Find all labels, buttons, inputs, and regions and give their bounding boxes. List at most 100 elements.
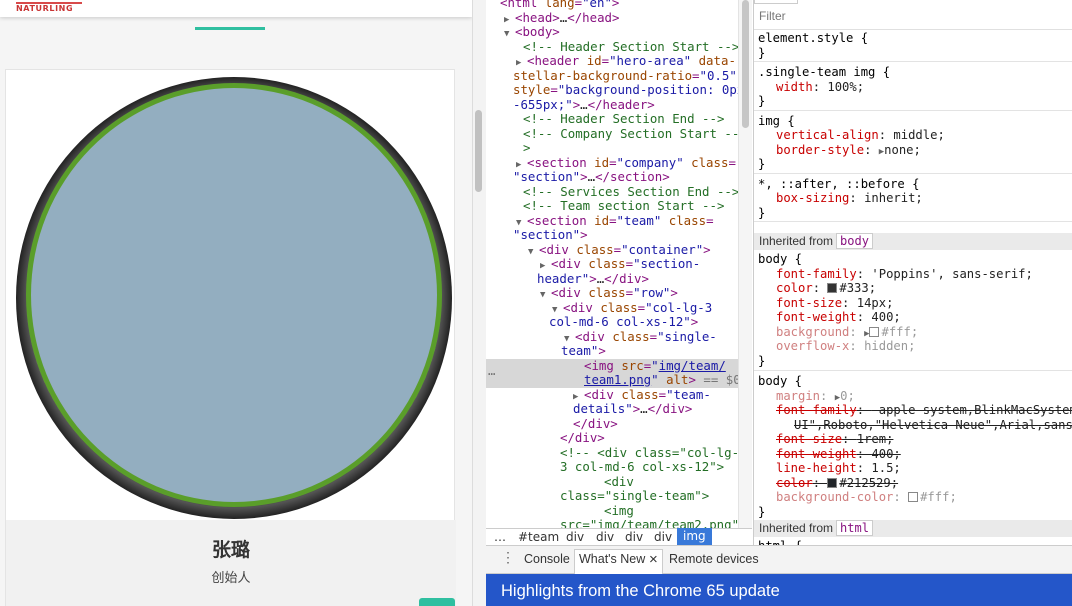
inherited-tag-link[interactable]: body	[836, 233, 873, 249]
property-value[interactable]: middle;	[893, 128, 944, 142]
floating-action-button[interactable]	[419, 598, 455, 606]
property-value[interactable]: 400;	[871, 310, 900, 324]
tab-whats-new[interactable]: What's New	[579, 552, 645, 566]
style-property[interactable]: width: 100%;	[776, 80, 864, 95]
rule-selector[interactable]: img {	[758, 114, 795, 129]
property-name[interactable]: box-sizing	[776, 191, 849, 205]
color-swatch-icon[interactable]	[869, 326, 880, 337]
rule-selector[interactable]: .single-team img {	[758, 65, 890, 80]
color-swatch-icon[interactable]	[827, 477, 838, 488]
node-ellipsis[interactable]: …	[488, 363, 495, 379]
style-property[interactable]: color: #212529;	[776, 476, 898, 491]
property-value[interactable]: 14px;	[857, 296, 894, 310]
dom-node-line[interactable]: >	[523, 140, 530, 156]
property-value[interactable]: 'Poppins', sans-serif;	[871, 267, 1032, 281]
property-name[interactable]: font-weight	[776, 447, 857, 461]
dom-node-line[interactable]: </div>	[573, 416, 618, 432]
style-property[interactable]: border-style: ▶none;	[776, 143, 921, 160]
property-name[interactable]: vertical-align	[776, 128, 879, 142]
expand-triangle-icon[interactable]: ▼	[504, 27, 515, 42]
dom-node-line[interactable]: details">…</div>	[573, 401, 692, 417]
dom-node-line[interactable]: <!-- Company Section Start --	[523, 126, 738, 142]
dom-node-line[interactable]: "section">	[513, 227, 588, 243]
style-property[interactable]: font-weight: 400;	[776, 447, 901, 462]
property-value[interactable]: none;	[884, 143, 921, 157]
rule-selector[interactable]: element.style {	[758, 31, 868, 46]
dom-node-line[interactable]: <!-- <div class="col-lg-	[560, 445, 738, 461]
breadcrumb-item[interactable]: div	[654, 529, 672, 545]
property-name[interactable]: font-family	[776, 267, 857, 281]
drawer-menu-icon[interactable]: ⋮	[501, 549, 515, 566]
logo-text[interactable]: NATURLING	[16, 4, 73, 14]
rule-close[interactable]: }	[758, 354, 765, 369]
style-property[interactable]: font-size: 1rem;	[776, 432, 893, 447]
rule-selector[interactable]: body {	[758, 374, 802, 389]
dom-node-line[interactable]: </div>	[560, 430, 605, 446]
rule-close[interactable]: }	[758, 206, 765, 221]
property-value[interactable]: 1rem;	[857, 432, 894, 446]
rule-close[interactable]: }	[758, 94, 765, 109]
dom-node-line[interactable]: "section">…</section>	[513, 169, 670, 185]
style-property[interactable]: color: #333;	[776, 281, 876, 296]
expand-triangle-icon[interactable]: ▼	[528, 245, 539, 260]
style-property[interactable]: vertical-align: middle;	[776, 128, 945, 143]
style-property[interactable]: font-family: 'Poppins', sans-serif;	[776, 267, 1033, 282]
property-name[interactable]: line-height	[776, 461, 857, 475]
property-value[interactable]: 100%;	[827, 80, 864, 94]
style-property[interactable]: overflow-x: hidden;	[776, 339, 915, 354]
dom-node-line[interactable]: stellar-background-ratio="0.5"	[513, 68, 737, 84]
property-value[interactable]: #fff;	[881, 325, 918, 339]
style-property[interactable]: background-color: #fff;	[776, 490, 957, 505]
property-name[interactable]: margin	[776, 389, 820, 403]
property-name[interactable]: font-family	[776, 403, 857, 417]
dom-node-line[interactable]: <!-- Header Section End -->	[523, 111, 724, 127]
style-property[interactable]: UI",Roboto,"Helvetica Neue",Arial,sans	[794, 418, 1072, 433]
property-value[interactable]: 0;	[840, 389, 855, 403]
breadcrumb-item[interactable]: div	[596, 529, 614, 545]
dom-node-line[interactable]: <img	[604, 503, 634, 519]
property-name[interactable]: font-size	[776, 432, 842, 446]
dom-node-line[interactable]: <!-- Services Section End -->	[523, 184, 738, 200]
filter-input[interactable]: Filter	[759, 9, 786, 24]
style-property[interactable]: font-size: 14px;	[776, 296, 893, 311]
dom-node-line[interactable]: style="background-position: 0px	[513, 82, 738, 98]
property-value[interactable]: inherit;	[864, 191, 923, 205]
rule-close[interactable]: }	[758, 46, 765, 61]
property-value[interactable]: #333;	[839, 281, 876, 295]
elements-scrollbar-thumb[interactable]	[742, 0, 749, 128]
property-value[interactable]: 1.5;	[871, 461, 900, 475]
dom-node-line[interactable]: <!-- Team section Start -->	[523, 198, 724, 214]
style-property[interactable]: font-family: -apple-system,BlinkMacSyste…	[776, 403, 1072, 418]
dom-node-line[interactable]: header">…</div>	[537, 271, 649, 287]
property-name[interactable]: color	[776, 281, 813, 295]
style-property[interactable]: font-weight: 400;	[776, 310, 901, 325]
expand-triangle-icon[interactable]: ▼	[540, 288, 551, 303]
breadcrumb-item[interactable]: div	[625, 529, 643, 545]
color-swatch-icon[interactable]	[908, 492, 919, 502]
breadcrumb-item[interactable]: #team	[518, 529, 559, 545]
dom-node-line[interactable]: class="single-team">	[560, 488, 709, 504]
close-tab-icon[interactable]: ×	[649, 551, 658, 568]
property-name[interactable]: width	[776, 80, 813, 94]
rule-selector[interactable]: *, ::after, ::before {	[758, 177, 919, 192]
rule-close[interactable]: }	[758, 157, 765, 172]
property-value[interactable]: UI",Roboto,"Helvetica Neue",Arial,sans	[794, 418, 1072, 432]
property-name[interactable]: background-color	[776, 490, 893, 504]
property-value[interactable]: hidden;	[864, 339, 915, 353]
dom-node-line[interactable]: team">	[561, 343, 606, 359]
tab-remote-devices[interactable]: Remote devices	[669, 552, 759, 566]
color-swatch-icon[interactable]	[827, 283, 838, 293]
elements-tree[interactable]: … <html lang="en"> ▶ <head>…</head> ▼ <body>…	[486, 0, 738, 528]
property-name[interactable]: color	[776, 476, 813, 490]
breadcrumb-item[interactable]: div	[566, 529, 584, 545]
property-name[interactable]: overflow-x	[776, 339, 849, 353]
dom-node-line[interactable]: col-md-6 col-xs-12">	[549, 314, 698, 330]
dom-node-line[interactable]: -655px;">…</header>	[513, 97, 655, 113]
dom-node-line[interactable]: <div	[604, 474, 634, 490]
dom-node-line[interactable]: src="img/team/team2.png"	[560, 517, 738, 528]
property-value[interactable]: #212529;	[839, 476, 898, 490]
property-name[interactable]: border-style	[776, 143, 864, 157]
property-name[interactable]: font-weight	[776, 310, 857, 324]
breadcrumb-active[interactable]: img	[677, 528, 712, 545]
property-value[interactable]: -apple-system,BlinkMacSystem	[871, 403, 1072, 417]
